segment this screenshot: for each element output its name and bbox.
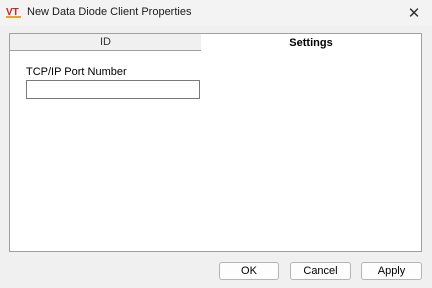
cancel-button[interactable]: Cancel (290, 262, 351, 280)
tab-id[interactable]: ID (9, 33, 202, 51)
port-number-label: TCP/IP Port Number (26, 66, 127, 78)
tab-settings-label: Settings (289, 36, 333, 49)
window-title: New Data Diode Client Properties (27, 6, 192, 18)
port-number-input[interactable] (26, 80, 200, 99)
close-button[interactable]: ✕ (396, 0, 432, 26)
apply-button[interactable]: Apply (361, 262, 422, 280)
tab-settings[interactable]: Settings (201, 33, 422, 51)
tab-id-label: ID (100, 36, 111, 48)
title-bar: VT New Data Diode Client Properties ✕ (0, 0, 432, 26)
vt-logo-icon: VT (6, 7, 21, 18)
ok-button[interactable]: OK (219, 262, 279, 280)
close-icon: ✕ (407, 5, 421, 22)
